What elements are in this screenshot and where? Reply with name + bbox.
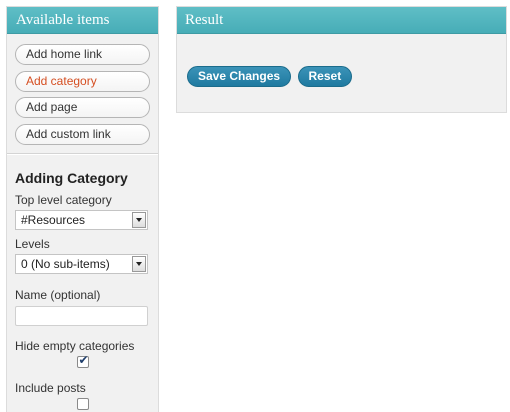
- hide-empty-categories-label: Hide empty categories: [15, 338, 135, 353]
- include-posts-label: Include posts: [15, 380, 86, 395]
- add-home-link-button[interactable]: Add home link: [15, 44, 150, 65]
- hide-empty-checkbox-wrap: ✔: [15, 352, 150, 370]
- chevron-down-icon[interactable]: [132, 255, 146, 272]
- add-page-button[interactable]: Add page: [15, 97, 150, 118]
- result-actions: Save Changes Reset: [177, 34, 506, 87]
- available-items-panel: Available items Add home link Add catego…: [6, 6, 159, 412]
- reset-button[interactable]: Reset: [297, 66, 353, 87]
- include-posts-checkbox[interactable]: [76, 397, 89, 410]
- levels-select[interactable]: 0 (No sub-items): [15, 253, 148, 274]
- adding-category-title: Adding Category: [15, 169, 128, 186]
- adding-category-form: Adding Category Top level category #Reso…: [7, 170, 158, 412]
- checkmark-icon: ✔: [78, 352, 89, 367]
- top-level-category-select[interactable]: #Resources: [15, 209, 148, 230]
- add-item-buttons: Add home link Add category Add page Add …: [7, 34, 158, 145]
- top-level-category-value: #Resources: [21, 212, 86, 227]
- name-optional-label: Name (optional): [15, 287, 101, 302]
- hide-empty-categories-checkbox[interactable]: ✔: [76, 352, 89, 368]
- save-changes-button[interactable]: Save Changes: [187, 66, 292, 87]
- chevron-down-icon[interactable]: [132, 211, 146, 228]
- result-header: Result: [177, 7, 506, 34]
- include-posts-checkbox-wrap: [15, 397, 150, 412]
- levels-label: Levels: [15, 236, 50, 251]
- panel-divider: [7, 152, 158, 155]
- result-panel: Result Save Changes Reset: [176, 6, 507, 113]
- menu-builder-page: Available items Add home link Add catego…: [0, 0, 510, 412]
- available-items-header: Available items: [7, 7, 158, 34]
- levels-value: 0 (No sub-items): [21, 256, 110, 271]
- add-custom-link-button[interactable]: Add custom link: [15, 123, 150, 145]
- add-category-button[interactable]: Add category: [15, 70, 150, 92]
- name-input[interactable]: [15, 305, 148, 326]
- top-level-category-label: Top level category: [15, 192, 112, 207]
